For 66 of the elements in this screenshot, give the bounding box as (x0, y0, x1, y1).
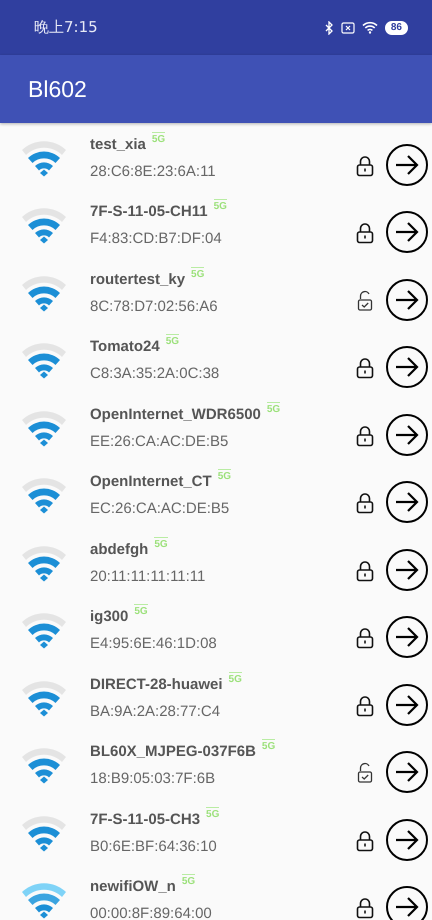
mac-address: EE:26:CA:AC:DE:B5 (90, 432, 230, 450)
network-name: abdefgh (90, 540, 148, 558)
mac-address: F4:83:CD:B7:DF:04 (90, 230, 223, 248)
clock-time: 晚上7:15 (34, 18, 98, 37)
mac-address: EC:26:CA:AC:DE:B5 (90, 500, 230, 518)
connect-arrow-button[interactable] (386, 211, 428, 254)
arrow-icon (394, 288, 420, 311)
arrow-icon (394, 896, 420, 918)
arrow-icon (394, 694, 420, 716)
mac-address: C8:3A:35:2A:0C:38 (90, 365, 220, 382)
band-tag: 5G (214, 199, 227, 212)
network-name: ig300 (90, 608, 128, 626)
arrow-icon (394, 356, 420, 378)
battery-level: 86 (384, 20, 408, 34)
connect-arrow-button[interactable] (386, 886, 428, 920)
arrow-icon (394, 154, 420, 176)
app-title: Bl602 (28, 76, 87, 102)
band-tag: 5G (166, 334, 180, 348)
connect-arrow-button[interactable] (386, 684, 428, 726)
connect-arrow-button[interactable] (386, 278, 428, 321)
arrow-icon (394, 491, 420, 514)
mac-address: 18:B9:05:03:7F:6B (90, 770, 216, 788)
mac-address: 8C:78:D7:02:56:A6 (90, 298, 219, 315)
network-name: Tomato24 (90, 338, 160, 356)
arrow-icon (394, 626, 420, 648)
mac-address: 00:00:8F:89:64:00 (90, 905, 213, 920)
connect-arrow-button[interactable] (386, 818, 428, 861)
network-name: newifiOW_n (90, 878, 176, 896)
band-tag: 5G (228, 672, 242, 685)
arrow-icon (394, 761, 420, 784)
band-tag: 5G (182, 874, 196, 888)
network-name: routertest_ky (90, 270, 186, 288)
connect-arrow-button[interactable] (386, 616, 428, 658)
arrow-icon (394, 221, 420, 244)
network-name: DIRECT-28-huawei (90, 676, 223, 693)
mac-address: E4:95:6E:46:1D:08 (90, 635, 218, 652)
connect-arrow-button[interactable] (386, 751, 428, 794)
band-tag: 5G (134, 604, 148, 618)
connect-arrow-button[interactable] (386, 548, 428, 591)
band-tag: 5G (218, 469, 232, 482)
connect-arrow-button[interactable] (386, 346, 428, 388)
arrow-icon (394, 558, 420, 581)
network-name: OpenInternet_WDR6500 (90, 406, 261, 423)
mac-address: 28:C6:8E:23:6A:11 (90, 162, 217, 180)
connect-arrow-button[interactable] (386, 481, 428, 524)
connect-arrow-button[interactable] (386, 144, 428, 186)
band-tag: 5G (262, 739, 276, 752)
band-tag: 5G (206, 806, 220, 820)
network-name: test_xia (90, 136, 146, 153)
arrow-icon (394, 424, 420, 446)
mac-address: 20:11:11:11:11:11 (90, 568, 206, 585)
sim-card-icon (340, 22, 355, 34)
connect-arrow-button[interactable] (386, 414, 428, 456)
bluetooth-icon (324, 20, 334, 34)
network-name: 7F-S-11-05-CH3 (90, 810, 200, 828)
network-name: 7F-S-11-05-CH11 (90, 203, 208, 220)
mac-address: B0:6E:BF:64:36:10 (90, 838, 218, 855)
band-tag: 5G (266, 402, 280, 415)
arrow-icon (394, 828, 420, 851)
network-name: OpenInternet_CT (90, 473, 212, 490)
mac-address: BA:9A:2A:28:77:C4 (90, 702, 222, 720)
band-tag: 5G (152, 132, 166, 145)
band-tag: 5G (191, 266, 204, 280)
band-tag: 5G (154, 536, 168, 550)
wifi-icon (362, 21, 378, 34)
network-name: BL60X_MJPEG-037F6B (90, 743, 256, 760)
